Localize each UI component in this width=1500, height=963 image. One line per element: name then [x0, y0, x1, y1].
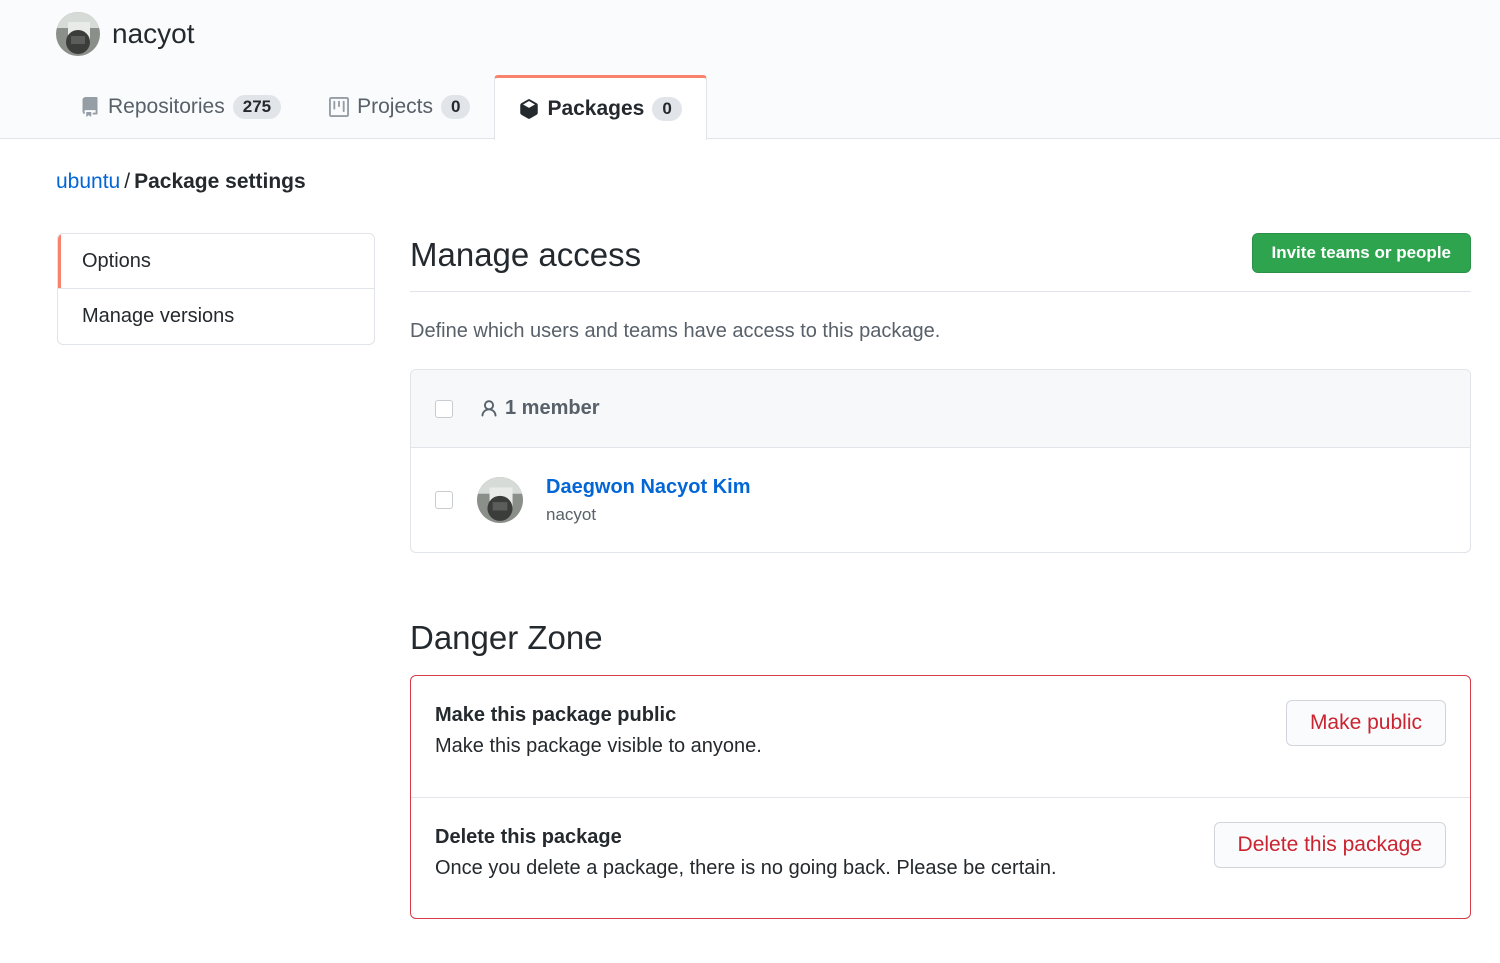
member-checkbox[interactable] — [435, 491, 453, 509]
sidemenu-item-manage-versions[interactable]: Manage versions — [58, 289, 374, 344]
member-info: Daegwon Nacyot Kim nacyot — [546, 476, 750, 525]
member-row: Daegwon Nacyot Kim nacyot — [411, 448, 1470, 552]
member-avatar[interactable] — [477, 477, 523, 523]
sidemenu-item-options[interactable]: Options — [58, 234, 374, 289]
breadcrumb: ubuntu / Package settings — [56, 170, 306, 194]
breadcrumb-parent-link[interactable]: ubuntu — [56, 170, 120, 193]
main-content: Manage access Invite teams or people Def… — [410, 230, 1471, 919]
member-count: 1 member — [479, 397, 600, 420]
tab-count: 0 — [652, 97, 682, 121]
org-identity[interactable]: nacyot — [56, 12, 195, 56]
member-login: nacyot — [546, 504, 597, 524]
select-all-checkbox[interactable] — [435, 399, 453, 418]
invite-teams-button[interactable]: Invite teams or people — [1251, 233, 1471, 273]
delete-package-button[interactable]: Delete this package — [1213, 822, 1446, 868]
tab-projects[interactable]: Projects 0 — [305, 75, 494, 139]
tab-label: Packages — [547, 97, 645, 120]
members-box: 1 member Daegwon Nacyot Kim nacyot — [410, 369, 1471, 553]
tab-count: 0 — [440, 95, 471, 119]
member-count-label: 1 member — [505, 397, 600, 419]
tab-label: Projects — [357, 95, 433, 118]
member-name-link[interactable]: Daegwon Nacyot Kim — [546, 476, 750, 499]
danger-zone-box: Make this package public Make this packa… — [410, 675, 1471, 919]
package-icon — [520, 99, 539, 119]
tab-repositories[interactable]: Repositories 275 — [56, 75, 305, 139]
project-icon — [329, 97, 350, 117]
breadcrumb-separator: / — [124, 170, 131, 193]
org-avatar[interactable] — [56, 12, 100, 56]
manage-access-description: Define which users and teams have access… — [410, 320, 941, 342]
org-header: nacyot Repositories 275 Projects 0 Packa… — [0, 0, 1500, 140]
person-icon — [481, 399, 497, 417]
tab-packages[interactable]: Packages 0 — [494, 75, 707, 140]
breadcrumb-current: Package settings — [134, 170, 306, 193]
make-public-button[interactable]: Make public — [1285, 700, 1446, 746]
danger-zone-title: Danger Zone — [410, 619, 603, 656]
tab-count: 275 — [232, 95, 282, 119]
members-box-header: 1 member — [411, 370, 1470, 448]
manage-access-title: Manage access — [410, 236, 642, 273]
settings-sidemenu: Options Manage versions — [57, 233, 375, 345]
tab-label: Repositories — [108, 95, 225, 118]
danger-row-delete-package: Delete this package Once you delete a pa… — [411, 797, 1470, 918]
org-name[interactable]: nacyot — [112, 18, 195, 50]
manage-access-header: Manage access Invite teams or people — [410, 230, 1471, 292]
danger-row-make-public: Make this package public Make this packa… — [411, 676, 1470, 797]
org-tabs: Repositories 275 Projects 0 Packages 0 — [56, 75, 707, 140]
repo-icon — [82, 97, 98, 117]
